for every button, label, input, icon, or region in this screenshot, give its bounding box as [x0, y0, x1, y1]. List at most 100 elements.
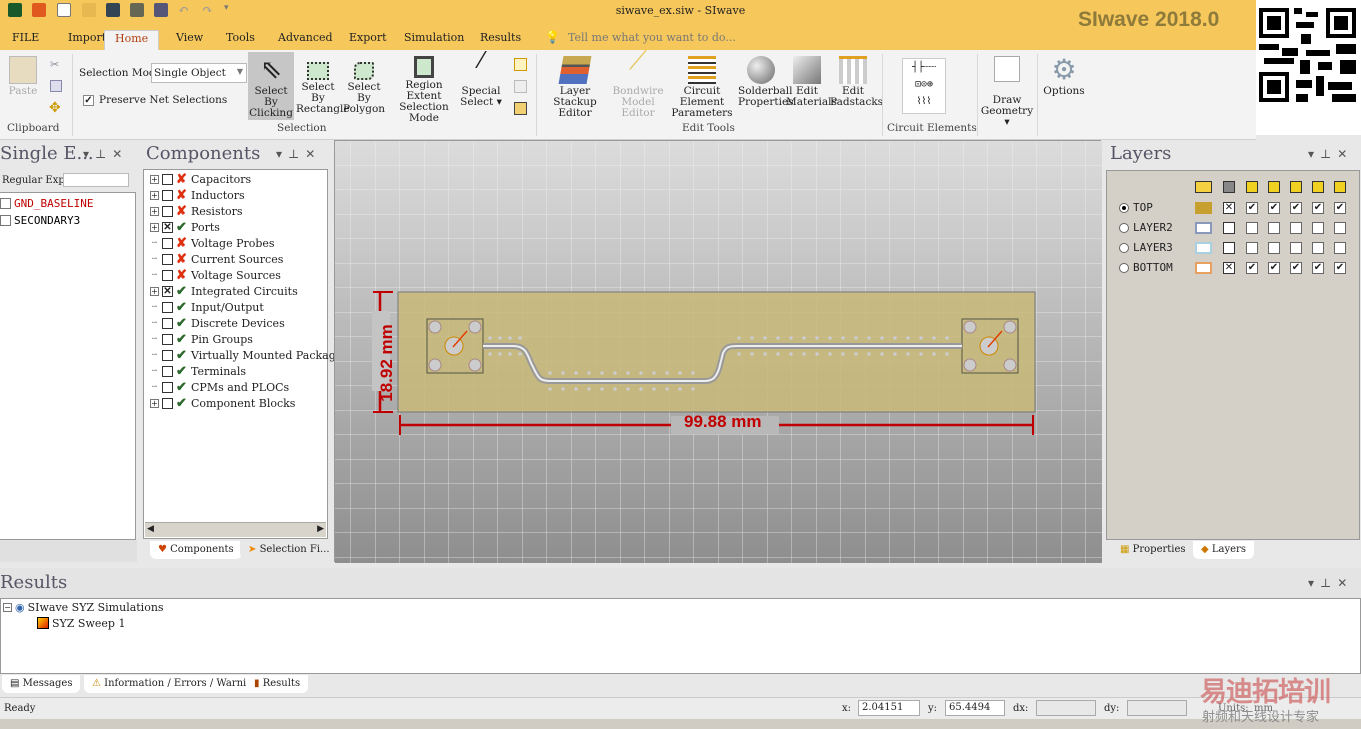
- layer-object-checkbox[interactable]: [1268, 242, 1280, 254]
- layer-object-checkbox[interactable]: [1290, 222, 1302, 234]
- solderball-properties-button[interactable]: Solderball Properties: [738, 52, 794, 108]
- expand-icon[interactable]: ┈: [150, 382, 159, 392]
- component-checkbox[interactable]: [162, 381, 173, 393]
- layer-column-icon[interactable]: [1246, 181, 1258, 193]
- layer-column-icon[interactable]: [1334, 181, 1346, 193]
- menu-tab-export[interactable]: Export: [349, 30, 387, 50]
- component-checkbox[interactable]: [162, 365, 173, 377]
- results-panel-controls[interactable]: ▾⊥✕: [1308, 576, 1353, 590]
- component-checkbox[interactable]: [162, 301, 173, 313]
- menu-tab-results[interactable]: Results: [480, 30, 521, 50]
- expand-icon[interactable]: ┈: [150, 270, 159, 280]
- component-item[interactable]: ┈ ✘ Voltage Probes: [150, 235, 275, 251]
- expand-icon[interactable]: ┈: [150, 254, 159, 264]
- cut-icon[interactable]: ✂: [50, 58, 59, 71]
- layer-object-checkbox[interactable]: [1290, 242, 1302, 254]
- menu-tab-file[interactable]: FILE: [12, 30, 39, 50]
- layer-row-layer3[interactable]: LAYER3: [1119, 241, 1173, 254]
- layer-object-checkbox[interactable]: [1334, 222, 1346, 234]
- layer-color-swatch[interactable]: [1195, 242, 1212, 254]
- expand-icon[interactable]: ┈: [150, 318, 159, 328]
- move-icon[interactable]: ✥: [49, 100, 61, 116]
- component-item[interactable]: ┈ ✔ Input/Output: [150, 299, 264, 315]
- layers-panel-controls[interactable]: ▾⊥✕: [1308, 147, 1353, 161]
- expand-icon[interactable]: +: [150, 286, 159, 296]
- tab-messages[interactable]: ▤ Messages: [2, 675, 81, 693]
- expand-icon[interactable]: ┈: [150, 238, 159, 248]
- component-checkbox[interactable]: [162, 189, 173, 201]
- deselect-icon[interactable]: [514, 80, 527, 93]
- select-by-rectangle-button[interactable]: Select By Rectangle: [296, 52, 350, 115]
- component-checkbox[interactable]: [162, 173, 173, 185]
- layer-object-checkbox[interactable]: ✔: [1312, 202, 1324, 214]
- edit-materials-button[interactable]: Edit Materials: [786, 52, 837, 108]
- layer-object-checkbox[interactable]: [1312, 222, 1324, 234]
- layer-radio[interactable]: [1119, 222, 1129, 233]
- circuit-element-parameters-button[interactable]: Circuit Element Parameters: [668, 52, 736, 119]
- layer-object-checkbox[interactable]: ✔: [1268, 202, 1280, 214]
- layer-object-checkbox[interactable]: [1268, 222, 1280, 234]
- invert-select-icon[interactable]: [514, 102, 527, 115]
- menu-tab-simulation[interactable]: Simulation: [404, 30, 464, 50]
- layer-object-checkbox[interactable]: ✔: [1290, 202, 1302, 214]
- components-panel-controls[interactable]: ▾⊥✕: [276, 147, 321, 161]
- component-item[interactable]: ┈ ✘ Voltage Sources: [150, 267, 281, 283]
- layer-color-swatch[interactable]: [1195, 262, 1212, 274]
- component-checkbox[interactable]: [162, 253, 173, 265]
- expand-icon[interactable]: ┈: [150, 302, 159, 312]
- menu-tab-home[interactable]: Home: [104, 30, 160, 50]
- component-item[interactable]: + ✕ ✔ Ports: [150, 219, 220, 235]
- tell-me-input[interactable]: Tell me what you want to do...: [568, 31, 736, 44]
- paste-button[interactable]: Paste: [8, 52, 38, 97]
- expand-icon[interactable]: +: [150, 398, 159, 408]
- layer-object-checkbox[interactable]: [1246, 222, 1258, 234]
- results-root[interactable]: − ◉ SIwave SYZ Simulations: [3, 599, 164, 615]
- regex-input[interactable]: [63, 173, 129, 187]
- component-checkbox[interactable]: [162, 349, 173, 361]
- preserve-net-selections-checkbox[interactable]: ✓ Preserve Net Selections: [83, 94, 227, 106]
- select-all-icon[interactable]: [514, 58, 527, 71]
- net-item[interactable]: SECONDARY3: [0, 212, 80, 228]
- component-item[interactable]: + ✘ Inductors: [150, 187, 245, 203]
- layer-visible-checkbox[interactable]: [1223, 242, 1235, 254]
- bondwire-editor-button[interactable]: ⟋ Bondwire Model Editor: [608, 48, 668, 119]
- tab-info-errors-warnings[interactable]: ⚠ Information / Errors / Warnings: [84, 675, 273, 693]
- panel-controls[interactable]: ▾⊥✕: [83, 147, 128, 161]
- expand-icon[interactable]: +: [150, 206, 159, 216]
- layer-object-checkbox[interactable]: [1246, 242, 1258, 254]
- copy-icon[interactable]: [50, 80, 62, 92]
- expand-icon[interactable]: +: [150, 222, 159, 232]
- select-by-polygon-button[interactable]: Select By Polygon: [342, 52, 386, 115]
- layer-object-checkbox[interactable]: ✔: [1334, 202, 1346, 214]
- net-item[interactable]: GND_BASELINE: [0, 195, 93, 211]
- layer-object-checkbox[interactable]: ✔: [1246, 202, 1258, 214]
- results-sweep[interactable]: SYZ Sweep 1: [37, 615, 125, 631]
- menu-tab-tools[interactable]: Tools: [226, 30, 255, 50]
- draw-geometry-button[interactable]: Draw Geometry ▾: [980, 52, 1034, 128]
- circuit-elements-gallery[interactable]: ┤├┈┈ ⊡⊙⊕ ⌇⌇⌇: [902, 58, 946, 114]
- expand-icon[interactable]: +: [150, 174, 159, 184]
- layer-object-checkbox[interactable]: ✔: [1246, 262, 1258, 274]
- component-checkbox[interactable]: [162, 317, 173, 329]
- component-item[interactable]: ┈ ✘ Current Sources: [150, 251, 283, 267]
- layer-column-icon[interactable]: [1290, 181, 1302, 193]
- layer-row-top[interactable]: TOP: [1119, 201, 1153, 214]
- menu-tab-view[interactable]: View: [176, 30, 203, 50]
- selection-mode-dropdown[interactable]: Single Object ▼: [151, 63, 247, 83]
- expand-icon[interactable]: ┈: [150, 334, 159, 344]
- component-checkbox[interactable]: ✕: [162, 221, 173, 233]
- layer-color-swatch[interactable]: [1195, 222, 1212, 234]
- layer-visible-checkbox[interactable]: [1223, 222, 1235, 234]
- layer-radio[interactable]: [1119, 202, 1129, 213]
- menu-tab-advanced[interactable]: Advanced: [278, 30, 333, 50]
- layer-object-checkbox[interactable]: [1334, 242, 1346, 254]
- component-item[interactable]: + ✘ Resistors: [150, 203, 243, 219]
- component-item[interactable]: ┈ ✔ Terminals: [150, 363, 246, 379]
- component-item[interactable]: ┈ ✔ CPMs and PLOCs: [150, 379, 289, 395]
- options-button[interactable]: ⚙ Options: [1042, 52, 1086, 97]
- component-item[interactable]: ┈ ✔ Discrete Devices: [150, 315, 285, 331]
- layer-stackup-editor-button[interactable]: Layer Stackup Editor: [542, 52, 608, 119]
- special-select-button[interactable]: ⁄ Special Select ▾: [460, 51, 502, 108]
- layer-radio[interactable]: [1119, 262, 1129, 273]
- component-checkbox[interactable]: [162, 397, 173, 409]
